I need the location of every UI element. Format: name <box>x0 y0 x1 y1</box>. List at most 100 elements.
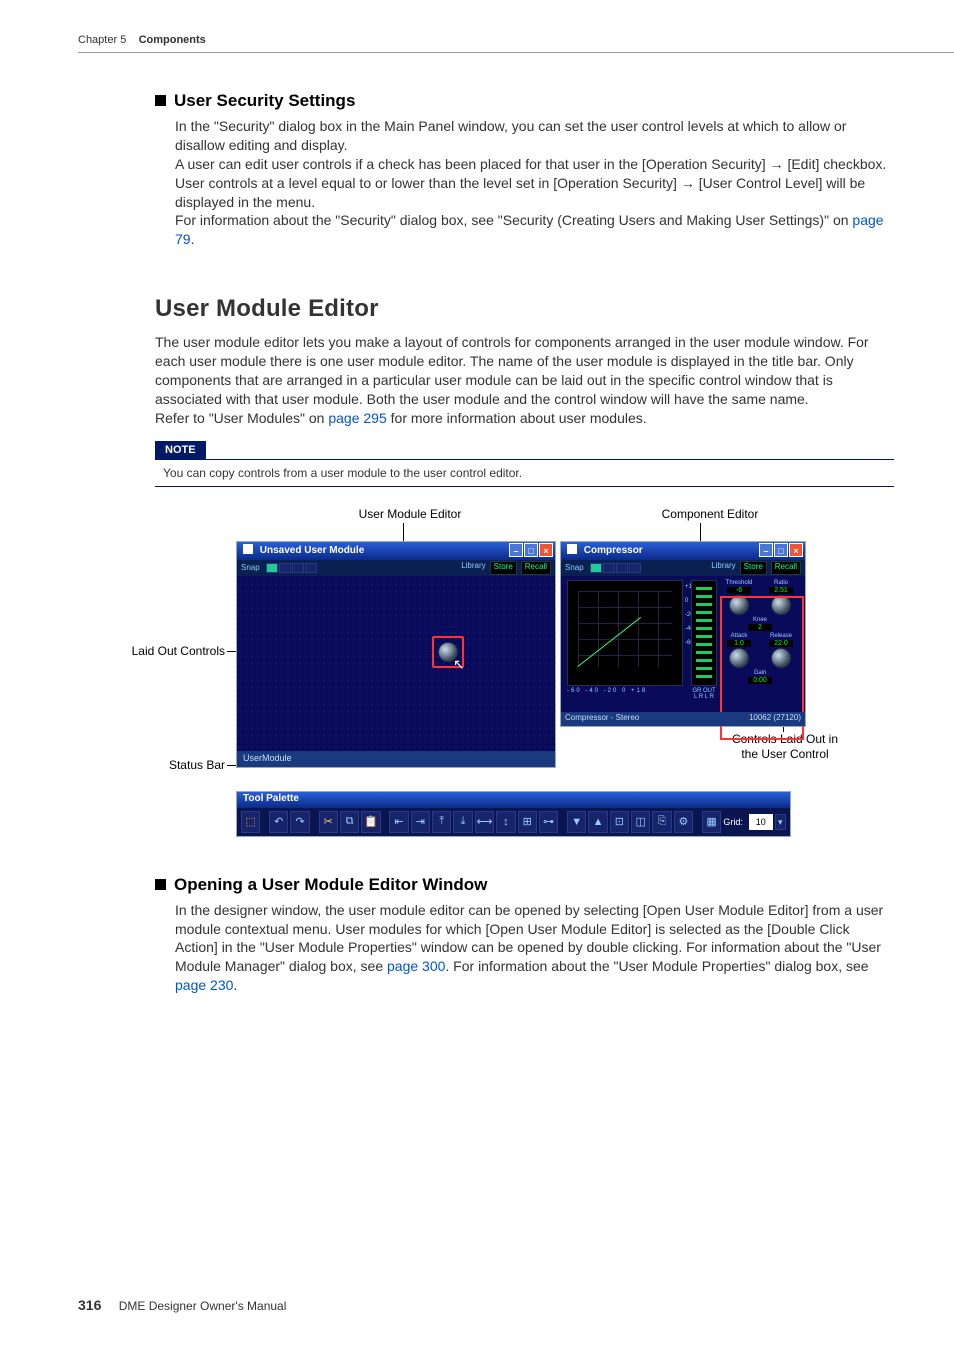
minimize-icon[interactable]: – <box>759 543 773 557</box>
snap-button[interactable] <box>279 563 291 573</box>
label-component-editor: Component Editor <box>640 507 780 521</box>
attack-knob[interactable] <box>729 648 749 668</box>
store-button[interactable]: Store <box>490 561 517 575</box>
h2-title: User Module Editor <box>155 295 894 323</box>
distribute-icon[interactable]: ⊞ <box>518 811 537 833</box>
knee-label: Knee <box>753 617 767 623</box>
note-text: You can copy controls from a user module… <box>155 459 894 487</box>
page-link[interactable]: page 295 <box>328 410 386 426</box>
close-icon[interactable]: × <box>539 543 553 557</box>
attack-label: Attack <box>731 633 748 639</box>
ratio-knob[interactable] <box>771 595 791 615</box>
snap-button[interactable] <box>629 563 641 573</box>
compressor-graph[interactable] <box>567 580 683 686</box>
component-footer-right: 10062 (27120) <box>749 713 801 725</box>
app-icon <box>243 544 253 554</box>
square-bullet-icon <box>155 879 166 890</box>
square-bullet-icon <box>155 95 166 106</box>
snap-button[interactable] <box>590 563 602 573</box>
ungroup-icon[interactable]: ◫ <box>631 811 650 833</box>
lrlr-label: L R L R <box>691 694 717 701</box>
threshold-label: Threshold <box>726 580 753 586</box>
note-label: NOTE <box>155 441 206 459</box>
align-left-icon[interactable]: ⇤ <box>389 811 408 833</box>
tool-palette: Tool Palette ⬚ ↶ ↷ ✂ ⧉ 📋 ⇤ ⇥ ⤒ ⤓ ⟷ ↕ <box>236 791 791 837</box>
properties-icon[interactable]: ⚙ <box>674 811 693 833</box>
gain-label: Gain <box>754 670 767 676</box>
recall-button[interactable]: Recall <box>521 561 551 575</box>
send-back-icon[interactable]: ▼ <box>567 811 586 833</box>
grout-label: GR OUT <box>691 688 717 695</box>
grid-toggle-icon[interactable]: ▦ <box>702 811 721 833</box>
page-link[interactable]: page 300 <box>387 958 445 974</box>
window-titlebar[interactable]: Compressor – □ × <box>561 542 805 560</box>
grid-dropdown-icon[interactable]: ▾ <box>775 814 786 830</box>
align-vcenter-icon[interactable]: ↕ <box>496 811 515 833</box>
doc-title: DME Designer Owner's Manual <box>119 1299 287 1313</box>
page-footer: 316 DME Designer Owner's Manual <box>78 1297 286 1313</box>
header-rule <box>78 52 954 53</box>
tool-palette-title[interactable]: Tool Palette <box>237 792 790 808</box>
leader-line <box>700 523 701 541</box>
section-label: Components <box>139 34 206 46</box>
store-button[interactable]: Store <box>740 561 767 575</box>
page-link[interactable]: page 230 <box>175 977 233 993</box>
note-box: NOTE You can copy controls from a user m… <box>155 440 894 487</box>
component-footer-left: Compressor - Stereo <box>565 713 639 725</box>
component-body: -60 -40 -20 0 +18 +18 0 -20 -40 -60 GR O… <box>561 576 805 726</box>
knob-panel: Threshold -6 Ratio 2.51 Knee 2 <box>719 580 801 720</box>
section-user-security: User Security Settings In the "Security"… <box>155 91 894 249</box>
meters <box>691 580 717 686</box>
window-title: Compressor <box>584 545 643 556</box>
label-user-module-editor: User Module Editor <box>340 507 480 521</box>
cursor-icon: ↖ <box>453 656 465 673</box>
threshold-knob[interactable] <box>729 595 749 615</box>
align-right-icon[interactable]: ⇥ <box>411 811 430 833</box>
maximize-icon[interactable]: □ <box>774 543 788 557</box>
gain-value: 0.00 <box>748 677 772 684</box>
cut-icon[interactable]: ✂ <box>319 811 338 833</box>
body-paragraph: In the designer window, the user module … <box>175 901 894 995</box>
status-bar: UserModule <box>237 751 555 767</box>
page-number: 316 <box>78 1297 101 1313</box>
minimize-icon[interactable]: – <box>509 543 523 557</box>
maximize-icon[interactable]: □ <box>524 543 538 557</box>
body-paragraph: A user can edit user controls if a check… <box>175 155 894 212</box>
link-icon[interactable]: ⊶ <box>539 811 558 833</box>
window-body[interactable]: ↖ <box>237 576 555 751</box>
close-icon[interactable]: × <box>789 543 803 557</box>
user-module-window: Unsaved User Module – □ × Snap <box>236 541 556 768</box>
grid-input[interactable]: 10 <box>749 814 773 830</box>
align-bottom-icon[interactable]: ⤓ <box>453 811 472 833</box>
body-paragraph: Refer to "User Modules" on page 295 for … <box>155 409 894 428</box>
snap-button[interactable] <box>603 563 615 573</box>
h3-title: User Security Settings <box>174 91 355 110</box>
snap-button[interactable] <box>616 563 628 573</box>
label-controls-laid-out: Controls Laid Out in the User Control <box>725 732 845 763</box>
lock-icon[interactable]: ⎘ <box>652 811 671 833</box>
body-paragraph: For information about the "Security" dia… <box>175 211 894 249</box>
undo-icon[interactable]: ↶ <box>269 811 288 833</box>
align-hcenter-icon[interactable]: ⟷ <box>475 811 494 833</box>
attack-value: 1.0 <box>727 640 751 647</box>
window-toolbar: Snap Library Store Recall <box>561 560 805 576</box>
bring-front-icon[interactable]: ▲ <box>588 811 607 833</box>
label-laid-out-controls: Laid Out Controls <box>105 644 225 658</box>
recall-button[interactable]: Recall <box>771 561 801 575</box>
release-knob[interactable] <box>771 648 791 668</box>
select-tool-icon[interactable]: ⬚ <box>241 811 260 833</box>
leader-line <box>403 523 404 541</box>
align-top-icon[interactable]: ⤒ <box>432 811 451 833</box>
redo-icon[interactable]: ↷ <box>290 811 309 833</box>
window-titlebar[interactable]: Unsaved User Module – □ × <box>237 542 555 560</box>
diagram: User Module Editor Component Editor Laid… <box>105 507 845 837</box>
group-icon[interactable]: ⊡ <box>610 811 629 833</box>
paste-icon[interactable]: 📋 <box>361 811 380 833</box>
snap-button[interactable] <box>292 563 304 573</box>
library-label: Library <box>461 561 485 575</box>
library-label: Library <box>711 561 735 575</box>
threshold-value: -6 <box>727 587 751 594</box>
copy-icon[interactable]: ⧉ <box>340 811 359 833</box>
snap-button[interactable] <box>266 563 278 573</box>
snap-button[interactable] <box>305 563 317 573</box>
